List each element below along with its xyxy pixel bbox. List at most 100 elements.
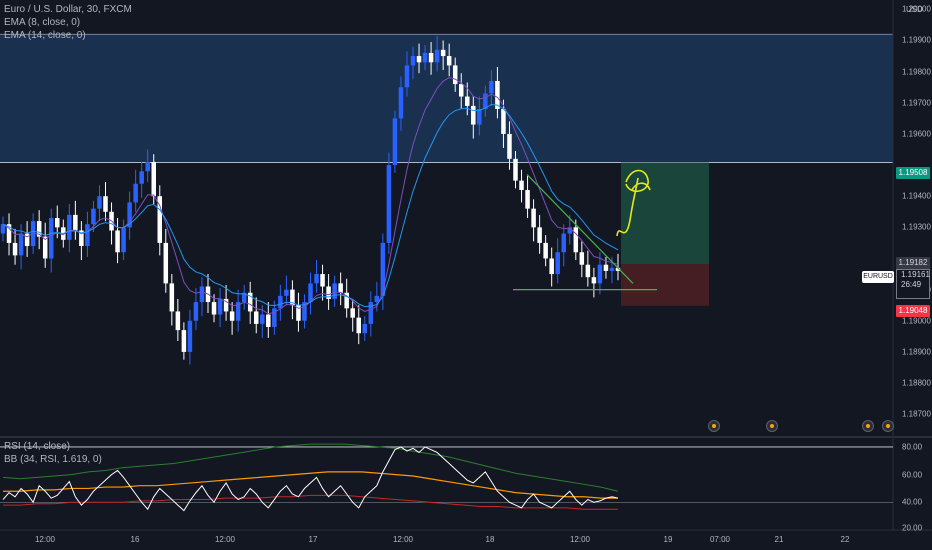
last-price: 1.19161 bbox=[901, 270, 930, 279]
candle-body bbox=[338, 283, 343, 293]
candle-body bbox=[85, 224, 90, 247]
time-tick-label: 18 bbox=[485, 535, 495, 544]
candle-body bbox=[609, 267, 615, 271]
candle-body bbox=[211, 302, 217, 315]
candle-body bbox=[585, 264, 591, 278]
candle-body bbox=[374, 295, 380, 303]
price-tick-label: 1.18700 bbox=[902, 409, 931, 419]
economic-event-icon[interactable] bbox=[862, 420, 874, 432]
time-tick-label: 19 bbox=[663, 535, 673, 544]
price-tick-label: 1.19000 bbox=[902, 316, 931, 326]
time-tick-label: 17 bbox=[308, 535, 318, 544]
price-tick-label: 1.20000 bbox=[902, 4, 931, 14]
bb-legend[interactable]: BB (34, RSI, 1.619, 0) bbox=[4, 454, 102, 466]
rsi-tick-label: 80.00 bbox=[902, 442, 923, 452]
price-tick-label: 1.19800 bbox=[902, 67, 931, 77]
price-tick-label: 1.19900 bbox=[902, 35, 931, 45]
candle-body bbox=[217, 298, 223, 315]
candle-body bbox=[151, 161, 156, 197]
rsi-legend[interactable]: RSI (14, close) bbox=[4, 441, 70, 453]
time-tick-label: 21 bbox=[774, 535, 784, 544]
price-tick-label: 1.19300 bbox=[902, 222, 931, 232]
candle-body bbox=[73, 214, 78, 231]
candle-body bbox=[549, 258, 554, 275]
time-tick-label: 12:00 bbox=[392, 535, 414, 544]
time-tick-label: 12:00 bbox=[34, 535, 56, 544]
candle-body bbox=[465, 96, 470, 106]
candle-body bbox=[314, 274, 319, 284]
candle-body bbox=[193, 302, 199, 321]
candle-body bbox=[320, 274, 325, 287]
candle-body bbox=[537, 227, 542, 243]
chart-canvas[interactable] bbox=[0, 0, 932, 550]
candle-body bbox=[525, 189, 530, 209]
candle-body bbox=[471, 105, 476, 125]
candle-body bbox=[48, 218, 54, 259]
ema-slow-legend[interactable]: EMA (14, close, 0) bbox=[4, 30, 86, 42]
candle-body bbox=[434, 49, 440, 63]
entry-price-tag: 1.19182 bbox=[896, 257, 930, 269]
candle-body bbox=[163, 242, 169, 284]
candle-body bbox=[555, 252, 560, 275]
candle-body bbox=[278, 295, 283, 309]
price-tick-label: 1.18900 bbox=[902, 347, 931, 357]
candle-body bbox=[12, 242, 18, 256]
candle-body bbox=[416, 56, 422, 63]
price-tick-label: 1.19400 bbox=[902, 191, 931, 201]
candle-body bbox=[133, 183, 138, 203]
candle-body bbox=[115, 230, 120, 253]
candle-body bbox=[440, 49, 446, 57]
symbol-title[interactable]: Euro / U.S. Dollar, 30, FXCM bbox=[4, 4, 132, 16]
price-tick-label: 1.19600 bbox=[902, 129, 931, 139]
ema-fast-legend[interactable]: EMA (8, close, 0) bbox=[4, 17, 80, 29]
bar-countdown: 26:49 bbox=[901, 279, 922, 289]
candle-body bbox=[175, 311, 181, 331]
economic-event-icon[interactable] bbox=[766, 420, 778, 432]
candle-body bbox=[422, 52, 428, 63]
candle-body bbox=[458, 84, 464, 97]
candle-body bbox=[513, 158, 518, 181]
target-price-tag: 1.19508 bbox=[896, 167, 930, 179]
candle-body bbox=[103, 196, 108, 212]
stop-zone bbox=[621, 264, 709, 306]
candle-body bbox=[603, 264, 609, 271]
time-tick-label: 07:00 bbox=[709, 535, 731, 544]
candle-body bbox=[169, 283, 175, 312]
price-tick-label: 1.18800 bbox=[902, 378, 931, 388]
candle-body bbox=[121, 227, 126, 253]
candle-body bbox=[380, 242, 386, 296]
economic-event-icon[interactable] bbox=[708, 420, 720, 432]
price-tick-label: 1.19700 bbox=[902, 98, 931, 108]
last-price-box: 1.19161 26:49 bbox=[896, 269, 930, 299]
candle-body bbox=[410, 56, 416, 66]
candle-body bbox=[597, 264, 603, 284]
candle-body bbox=[350, 308, 355, 318]
rsi-tick-label: 60.00 bbox=[902, 470, 923, 480]
candle-body bbox=[308, 283, 313, 303]
candle-body bbox=[145, 161, 150, 172]
candle-body bbox=[284, 289, 289, 296]
candle-body bbox=[332, 283, 337, 299]
time-tick-label: 12:00 bbox=[569, 535, 591, 544]
candle-body bbox=[543, 242, 548, 259]
candle-body bbox=[452, 65, 458, 85]
candle-body bbox=[531, 208, 536, 228]
symbol-badge: EURUSD bbox=[862, 271, 894, 283]
candle-body bbox=[139, 171, 144, 184]
target-zone bbox=[621, 162, 709, 265]
candle-body bbox=[181, 330, 187, 352]
candle-body bbox=[404, 65, 410, 88]
candle-body bbox=[591, 277, 597, 284]
time-tick-label: 22 bbox=[840, 535, 850, 544]
candle-body bbox=[187, 320, 193, 352]
candle-body bbox=[392, 118, 398, 166]
candle-body bbox=[260, 314, 265, 324]
candle-body bbox=[18, 233, 24, 256]
candle-body bbox=[229, 311, 235, 321]
candle-body bbox=[97, 196, 102, 209]
resistance-zone bbox=[0, 34, 893, 163]
candle-body bbox=[489, 80, 494, 94]
candle-body bbox=[446, 56, 452, 66]
economic-event-icon[interactable] bbox=[882, 420, 894, 432]
candle-body bbox=[573, 227, 579, 253]
